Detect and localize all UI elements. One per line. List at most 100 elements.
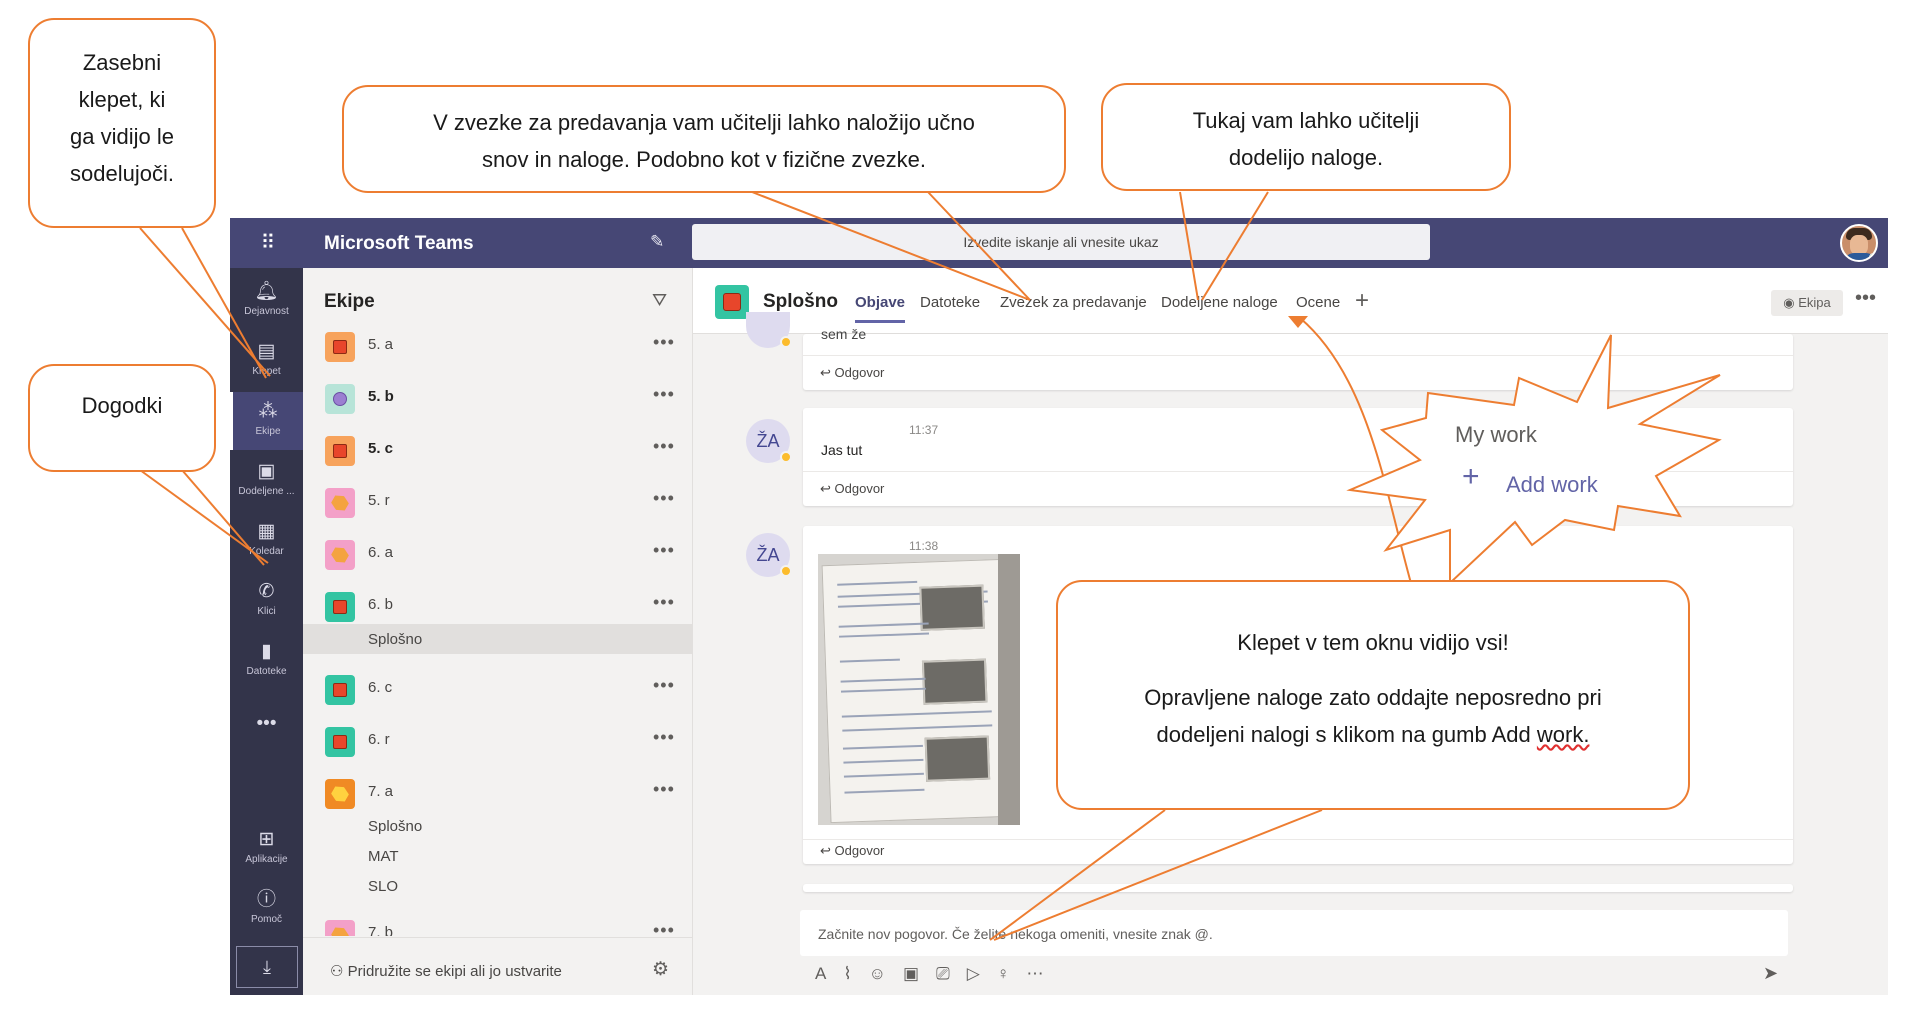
team-item[interactable]: 5. b ••• — [303, 378, 693, 418]
compose-toolbar[interactable]: A⌇☺▣⎚▷♀⋯ — [815, 964, 1061, 984]
reply-icon: ↩ — [820, 365, 835, 380]
tab-ocene[interactable]: Ocene — [1296, 294, 1340, 311]
rail-label: Aplikacije — [245, 854, 288, 865]
divider — [303, 937, 693, 938]
rail-help[interactable]: ⓘ Pomoč — [230, 880, 303, 938]
stream-icon[interactable]: ▷ — [967, 964, 997, 983]
channel-item[interactable]: Splošno — [368, 631, 422, 648]
divider — [803, 839, 1793, 840]
more-options-icon[interactable]: ••• — [653, 920, 675, 936]
callout-text-part: dodeljeni nalogi s klikom na gumb Add — [1156, 722, 1537, 747]
more-options-icon[interactable]: ••• — [653, 727, 675, 748]
rail-label: Dejavnost — [244, 306, 289, 317]
calendar-icon: ▦ — [257, 521, 276, 542]
search-box[interactable]: Izvedite iskanje ali vnesite ukaz — [692, 224, 1430, 260]
more-options-icon[interactable]: ••• — [653, 592, 675, 613]
rail-calls[interactable]: ✆ Klici — [230, 572, 303, 630]
divider — [803, 471, 1793, 472]
join-create-team-link[interactable]: ⚇ Pridružite se ekipi ali jo ustvarite — [330, 962, 562, 980]
channel-item[interactable]: MAT — [368, 848, 399, 865]
team-name: 7. b — [368, 924, 394, 936]
new-chat-icon[interactable]: ✎ — [650, 232, 664, 252]
join-team-icon: ⚇ — [330, 963, 348, 980]
more-options-icon[interactable]: ••• — [653, 332, 675, 353]
channel-item-selected[interactable] — [303, 624, 693, 654]
more-options-icon[interactable]: ••• — [1855, 287, 1876, 310]
add-work-button[interactable]: Add work — [1506, 472, 1598, 498]
more-options-icon[interactable]: ••• — [653, 436, 675, 457]
app-launcher-icon[interactable]: ⠿ — [252, 228, 282, 258]
team-item[interactable]: 6. b ••• — [303, 586, 693, 626]
add-tab-icon[interactable]: + — [1355, 287, 1369, 315]
reply-icon: ↩ — [820, 843, 835, 858]
team-item[interactable]: 6. c ••• — [303, 669, 693, 709]
tab-zvezek[interactable]: Zvezek za predavanje — [1000, 294, 1147, 311]
praise-icon[interactable]: ♀ — [997, 964, 1027, 983]
team-item[interactable]: 7. b ••• — [303, 914, 693, 936]
more-options-icon[interactable]: ••• — [653, 779, 675, 800]
rail-label: Koledar — [249, 546, 284, 557]
meet-icon[interactable]: ⎚ — [936, 964, 967, 983]
rail-teams[interactable]: ⁂ Ekipe — [230, 392, 303, 450]
team-item[interactable]: 5. c ••• — [303, 430, 693, 470]
format-icon[interactable]: A — [815, 964, 843, 983]
more-options-icon[interactable]: ••• — [653, 488, 675, 509]
callout-private-chat: Zasebni klepet, ki ga vidijo le sodelujo… — [28, 18, 216, 228]
add-icon[interactable]: + — [1462, 460, 1480, 494]
rail-label: Pomoč — [250, 914, 283, 925]
tab-objave[interactable]: Objave — [855, 294, 906, 323]
rail-calendar[interactable]: ▦ Koledar — [230, 512, 303, 570]
download-app-icon[interactable]: ⤓ — [236, 946, 298, 988]
filter-icon[interactable]: ⛛ — [652, 290, 667, 311]
team-name: 6. r — [368, 731, 390, 748]
panel-title: Ekipe — [324, 291, 375, 312]
rail-label: Datoteke — [246, 666, 287, 677]
team-name: 6. b — [368, 596, 394, 613]
team-avatar — [325, 540, 355, 570]
send-icon[interactable]: ➤ — [1763, 963, 1778, 984]
channel-title: Splošno — [763, 291, 838, 312]
tab-dodeljene-naloge[interactable]: Dodeljene naloge — [1161, 294, 1278, 311]
callout-text: V zvezke za predavanja vam učitelji lahk… — [433, 110, 975, 135]
more-icon[interactable]: ⋯ — [1027, 964, 1061, 983]
rail-assignments[interactable]: ▣ Dodeljene ... — [230, 452, 303, 510]
rail-chat[interactable]: ▤ Klepet — [230, 332, 303, 390]
emoji-icon[interactable]: ☺ — [869, 964, 903, 983]
reply-link[interactable]: ↩ Odgovor — [820, 365, 884, 381]
rail-files[interactable]: ▮ Datoteke — [230, 632, 303, 690]
team-item[interactable]: 5. a ••• — [303, 326, 693, 366]
team-item[interactable]: 6. r ••• — [303, 721, 693, 761]
more-options-icon[interactable]: ••• — [653, 384, 675, 405]
callout-events: Dogodki — [28, 364, 216, 472]
callout-text: snov in naloge. Podobno kot v fizične zv… — [482, 147, 926, 172]
channel-item[interactable]: Splošno — [368, 818, 422, 835]
callout-text: Klepet v tem oknu vidijo vsi! — [1237, 630, 1509, 655]
user-avatar[interactable] — [1840, 224, 1878, 262]
more-options-icon[interactable]: ••• — [653, 540, 675, 561]
reply-link[interactable]: ↩ Odgovor — [820, 481, 884, 497]
attached-photo[interactable] — [818, 554, 1020, 825]
sticker-icon[interactable]: ▣ — [903, 964, 936, 983]
reply-link[interactable]: ↩ Odgovor — [820, 843, 884, 859]
callout-assignments: Tukaj vam lahko učitelji dodelijo naloge… — [1101, 83, 1511, 191]
gear-icon[interactable]: ⚙ — [652, 958, 669, 981]
tab-datoteke[interactable]: Datoteke — [920, 294, 980, 311]
rail-more[interactable]: ••• — [230, 704, 303, 740]
team-item[interactable]: 7. a ••• — [303, 773, 693, 813]
rail-apps[interactable]: ⊞ Aplikacije — [230, 820, 303, 878]
team-name: 5. r — [368, 492, 390, 509]
rail-label: Klepet — [252, 366, 281, 377]
callout-text: Zasebni — [82, 50, 162, 75]
team-button[interactable]: ◉ Ekipa — [1771, 290, 1843, 316]
attach-icon[interactable]: ⌇ — [843, 964, 868, 983]
presence-away-icon — [780, 565, 792, 577]
chat-icon: ▤ — [257, 341, 276, 362]
callout-text: dodelijo naloge. — [1228, 145, 1384, 170]
team-item[interactable]: 5. r ••• — [303, 482, 693, 522]
team-item[interactable]: 6. a ••• — [303, 534, 693, 574]
reply-label: Odgovor — [834, 365, 885, 380]
rail-activity[interactable]: 🔔︎ Dejavnost — [230, 272, 303, 330]
channel-item[interactable]: SLO — [368, 878, 398, 895]
callout-text: Tukaj vam lahko učitelji — [1192, 108, 1420, 133]
more-options-icon[interactable]: ••• — [653, 675, 675, 696]
